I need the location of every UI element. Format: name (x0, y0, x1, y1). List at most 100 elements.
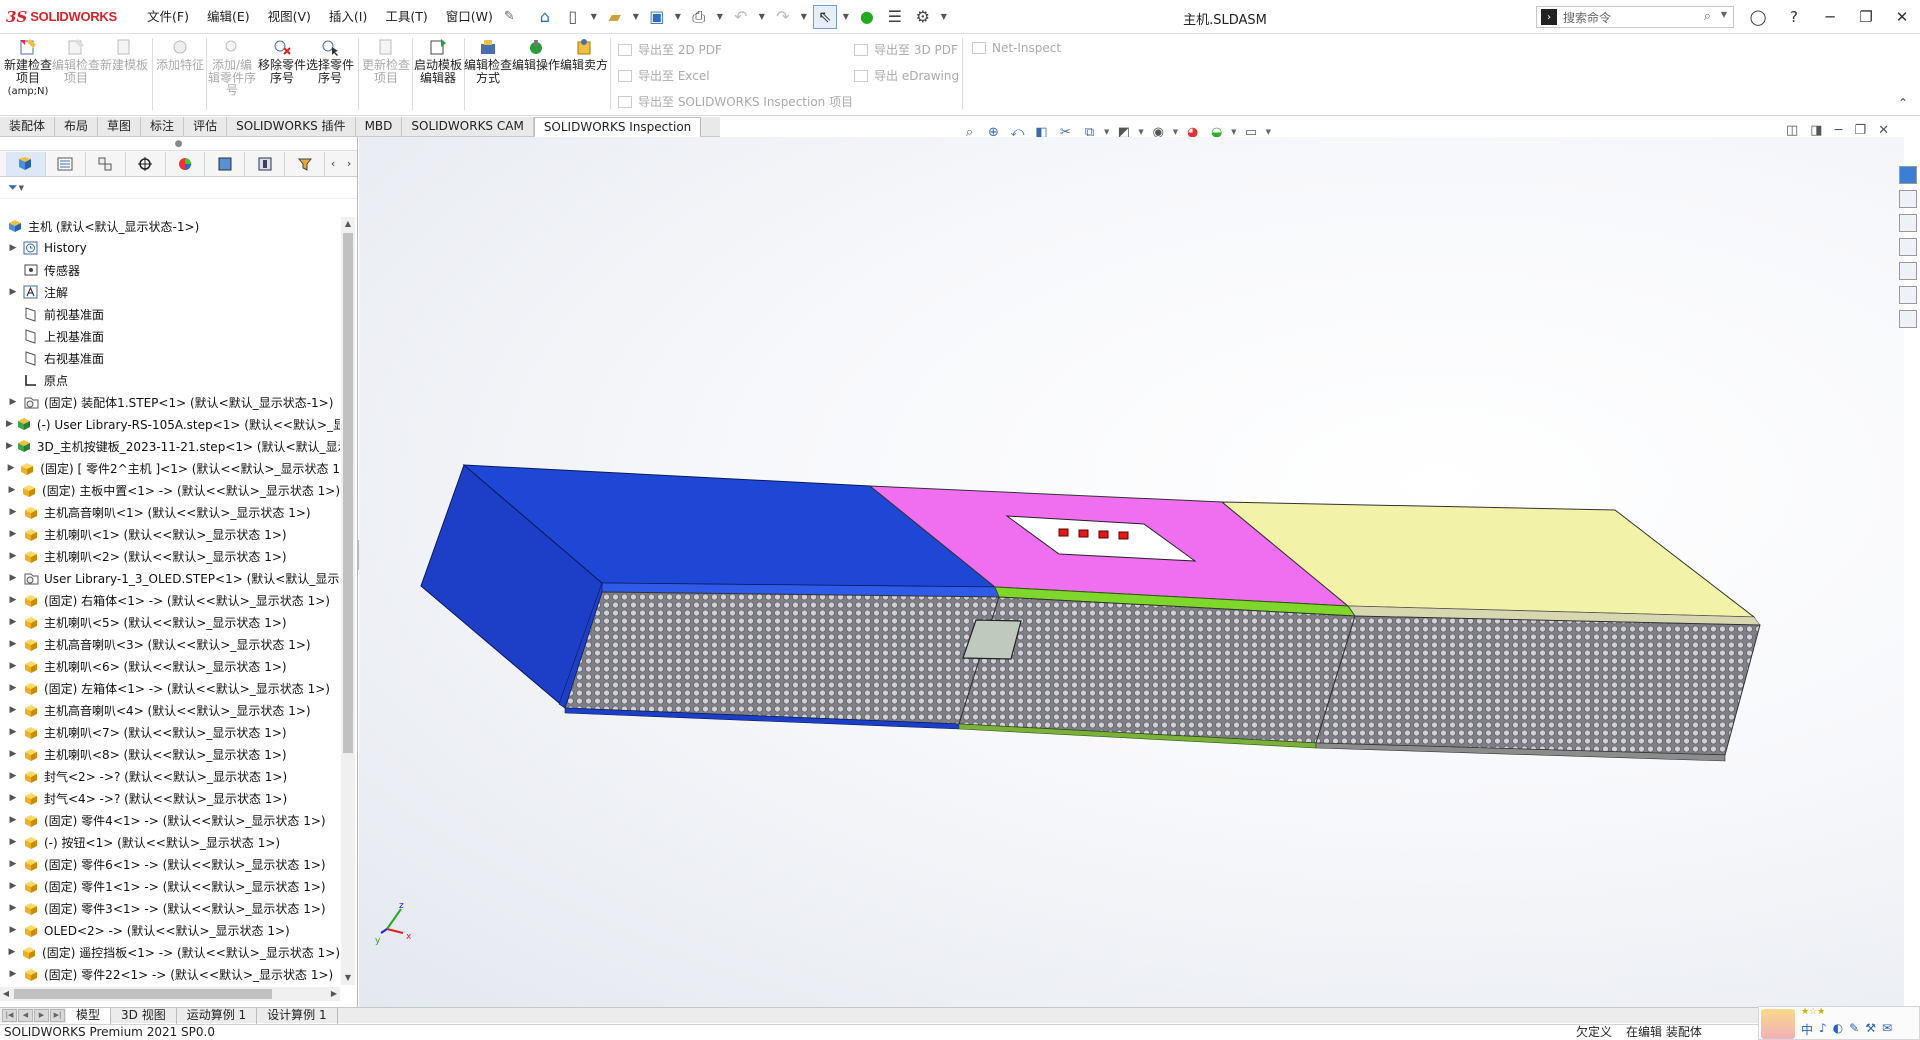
undo-icon[interactable]: ↶ (729, 5, 753, 29)
ime-button-2[interactable]: ◐ (1833, 1021, 1843, 1038)
scroll-right-icon[interactable]: ▶ (328, 987, 340, 1001)
button-red-2[interactable] (1078, 529, 1089, 538)
ime-toolbar[interactable]: ★☆★ 中 ♪ ◐ ✎ ⚒ ✉ (1758, 1006, 1920, 1040)
tree-row[interactable]: ▶ 主机喇叭<5> (默认<<默认>_显示状态 1>) (0, 611, 340, 633)
export-inspection-project-button[interactable]: 导出至 SOLIDWORKS Inspection 项目 (618, 93, 853, 110)
viewport-minimize-icon[interactable]: ─ (1835, 123, 1843, 138)
expand-arrow-icon[interactable]: ▶ (6, 661, 20, 671)
ime-button-1[interactable]: ♪ (1819, 1021, 1827, 1038)
tree-row[interactable]: ▶ (-) 按钮<1> (默认<<默认>_显示状态 1>) (0, 831, 340, 853)
button-red-3[interactable] (1098, 530, 1109, 539)
close-icon[interactable]: ✕ (1884, 8, 1920, 26)
custom-properties-icon[interactable] (1899, 310, 1917, 328)
panel-grip-icon[interactable]: ● (0, 137, 357, 151)
home-icon[interactable]: ⌂ (533, 5, 557, 29)
tree-row[interactable]: ▶ 主机高音喇叭<3> (默认<<默认>_显示状态 1>) (0, 633, 340, 655)
search-icon[interactable]: ⌕ (1704, 9, 1711, 24)
solidworks-logo[interactable]: 3S SOLIDWORKS (6, 8, 138, 26)
edit-inspection-method-button[interactable]: 编辑检查方式 (464, 38, 512, 84)
select-dropdown-icon[interactable]: ▼ (841, 12, 851, 21)
export-excel-button[interactable]: 导出至 Excel (618, 67, 710, 84)
select-pointer-icon[interactable]: ⇖ (812, 4, 837, 29)
new-document-icon[interactable]: ▯ (561, 5, 585, 29)
tabs-scroll-right-icon[interactable]: › (341, 157, 357, 170)
filter-dropdown-icon[interactable]: ▼ (19, 184, 24, 192)
tree-row[interactable]: 右视基准面 (0, 347, 340, 369)
expand-arrow-icon[interactable]: ▶ (6, 485, 18, 495)
inspection-tab[interactable] (285, 151, 326, 176)
select-balloon-button[interactable]: 选择零件序号 (306, 38, 354, 84)
print-icon[interactable]: ⎙ (687, 5, 711, 29)
menu-file[interactable]: 文件(F) (138, 0, 198, 34)
undo-dropdown-icon[interactable]: ▼ (757, 12, 767, 21)
viewport-split-right-icon[interactable]: ◨ (1810, 123, 1822, 138)
tree-row[interactable]: ▶ (固定) [ 零件2^主机 ]<1> (默认<<默认>_显示状态 1 (0, 457, 340, 479)
tree-row[interactable]: 传感器 (0, 259, 340, 281)
scroll-thumb[interactable] (343, 233, 353, 753)
menu-tools[interactable]: 工具(T) (376, 0, 436, 34)
expand-arrow-icon[interactable]: ▶ (6, 639, 20, 649)
tree-row[interactable]: 前视基准面 (0, 303, 340, 325)
menu-edit[interactable]: 编辑(E) (198, 0, 259, 34)
ime-button-3[interactable]: ✎ (1849, 1021, 1859, 1038)
expand-arrow-icon[interactable]: ▶ (6, 837, 20, 847)
view-settings-dropdown-icon[interactable]: ▼ (1266, 128, 1271, 136)
tab-2[interactable]: 草图 (98, 117, 142, 137)
home-icon[interactable] (1899, 190, 1917, 208)
add-edit-balloon-button[interactable]: 添加/编辑零件序号 (208, 38, 256, 97)
tree-row[interactable]: ▶ (固定) 零件1<1> -> (默认<<默认>_显示状态 1>) (0, 875, 340, 897)
open-folder-icon[interactable]: ▰ (603, 5, 627, 29)
user-account-icon[interactable]: ◯ (1740, 8, 1776, 26)
ime-avatar[interactable] (1761, 1009, 1795, 1039)
tree-row[interactable]: ▶ 主机喇叭<1> (默认<<默认>_显示状态 1>) (0, 523, 340, 545)
expand-arrow-icon[interactable]: ▶ (6, 727, 20, 737)
pin-menu-icon[interactable]: ✎ (504, 9, 515, 24)
search-dropdown-icon[interactable]: ▼ (1721, 10, 1727, 19)
tree-row[interactable]: ▶ History (0, 237, 340, 259)
tree-filter[interactable]: ⏷ ▼ (0, 177, 357, 199)
file-explorer-icon[interactable] (1899, 238, 1917, 256)
expand-arrow-icon[interactable]: ▶ (6, 507, 20, 517)
expand-arrow-icon[interactable]: ▶ (6, 771, 20, 781)
expand-arrow-icon[interactable]: ▶ (6, 881, 20, 891)
expand-arrow-icon[interactable]: ▶ (6, 573, 20, 583)
expand-arrow-icon[interactable]: ▶ (6, 243, 20, 253)
collapse-ribbon-icon[interactable]: ⌃ (1898, 96, 1908, 110)
restore-icon[interactable]: ❐ (1848, 8, 1884, 26)
expand-arrow-icon[interactable]: ▶ (6, 705, 20, 715)
new-dropdown-icon[interactable]: ▼ (589, 12, 599, 21)
redo-icon[interactable]: ↷ (771, 5, 795, 29)
expand-arrow-icon[interactable]: ▶ (6, 551, 20, 561)
view-palette-icon[interactable] (1899, 262, 1917, 280)
open-dropdown-icon[interactable]: ▼ (631, 12, 641, 21)
viewport-close-icon[interactable]: ✕ (1878, 123, 1889, 138)
first-tab-icon[interactable]: |◀ (2, 1009, 17, 1022)
update-inspection-project-button[interactable]: 更新检查项目 (362, 38, 410, 84)
scroll-up-icon[interactable]: ▲ (341, 217, 355, 231)
file-properties-icon[interactable]: ☰ (883, 5, 907, 29)
rebuild-traffic-light-icon[interactable]: ● (855, 5, 879, 29)
tree-row[interactable]: ▶ 封气<2> ->? (默认<<默认>_显示状态 1>) (0, 765, 340, 787)
button-red-4[interactable] (1118, 531, 1129, 540)
print-dropdown-icon[interactable]: ▼ (715, 12, 725, 21)
hide-show-dropdown-icon[interactable]: ▼ (1173, 128, 1178, 136)
tree-row[interactable]: ▶ (固定) 零件22<1> -> (默认<<默认>_显示状态 1>) (0, 963, 340, 985)
tab-0[interactable]: 装配体 (0, 117, 56, 137)
right-front-mesh[interactable] (1315, 615, 1761, 756)
tree-horizontal-scrollbar[interactable]: ◀ ▶ (0, 987, 340, 1001)
tree-row[interactable]: ▶ (固定) 主板中置<1> -> (默认<<默认>_显示状态 1>) (0, 479, 340, 501)
button-red-1[interactable] (1058, 528, 1069, 537)
menu-insert[interactable]: 插入(I) (320, 0, 376, 34)
middle-front-mesh[interactable] (958, 596, 1356, 744)
display-style-dropdown-icon[interactable]: ▼ (1138, 128, 1143, 136)
feature-manager-tab[interactable] (6, 151, 46, 176)
view-orientation-dropdown-icon[interactable]: ▼ (1104, 128, 1109, 136)
export-edrawing-button[interactable]: 导出 eDrawing (854, 67, 959, 84)
tree-row[interactable]: ▶ (固定) 零件3<1> -> (默认<<默认>_显示状态 1>) (0, 897, 340, 919)
net-inspect-button[interactable]: Net-Inspect (972, 41, 1061, 55)
tree-row[interactable]: ▶ 主机喇叭<6> (默认<<默认>_显示状态 1>) (0, 655, 340, 677)
export-2d-pdf-button[interactable]: 导出至 2D PDF (618, 41, 722, 58)
tree-row[interactable]: ▶ (固定) 右箱体<1> -> (默认<<默认>_显示状态 1>) (0, 589, 340, 611)
last-tab-icon[interactable]: ▶| (50, 1009, 65, 1022)
tree-row[interactable]: ▶ 主机喇叭<8> (默认<<默认>_显示状态 1>) (0, 743, 340, 765)
